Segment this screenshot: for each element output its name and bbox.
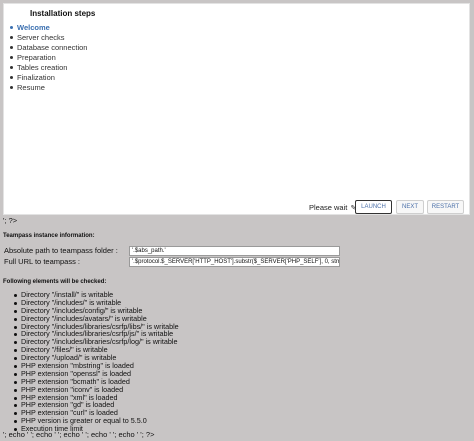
step-tables-creation: Tables creation [9, 63, 87, 73]
stray-php-code: '; ?> [3, 216, 18, 225]
please-wait-indicator: Please wait ✎ [309, 203, 356, 212]
abs-path-field[interactable]: '.$abs_path.' [129, 246, 340, 256]
launch-button[interactable]: LAUNCH [355, 200, 392, 214]
step-database-connection: Database connection [9, 43, 87, 53]
checks-list: Directory "/install/" is writable Direct… [12, 291, 179, 433]
steps-list: Welcome Server checks Database connectio… [9, 23, 87, 93]
step-server-checks: Server checks [9, 33, 87, 43]
step-preparation: Preparation [9, 53, 87, 63]
please-wait-text: Please wait [309, 203, 348, 212]
installation-steps-panel: Installation steps Welcome Server checks… [3, 3, 470, 215]
full-url-label: Full URL to teampass : [4, 257, 80, 266]
instance-info-heading: Teampass instance information: [3, 233, 95, 239]
next-button[interactable]: NEXT [396, 200, 424, 214]
step-welcome: Welcome [9, 23, 87, 33]
full-url-field[interactable]: '.$protocol.$_SERVER['HTTP_HOST'].substr… [129, 257, 340, 267]
step-finalization: Finalization [9, 73, 87, 83]
checks-heading: Following elements will be checked: [3, 279, 107, 285]
step-resume: Resume [9, 83, 87, 93]
abs-path-label: Absolute path to teampass folder : [4, 246, 118, 255]
panel-title: Installation steps [30, 9, 96, 18]
stray-php-code-footer: '; echo ' '; echo ' '; echo ' '; echo ' … [3, 430, 155, 439]
restart-button[interactable]: RESTART [427, 200, 464, 214]
